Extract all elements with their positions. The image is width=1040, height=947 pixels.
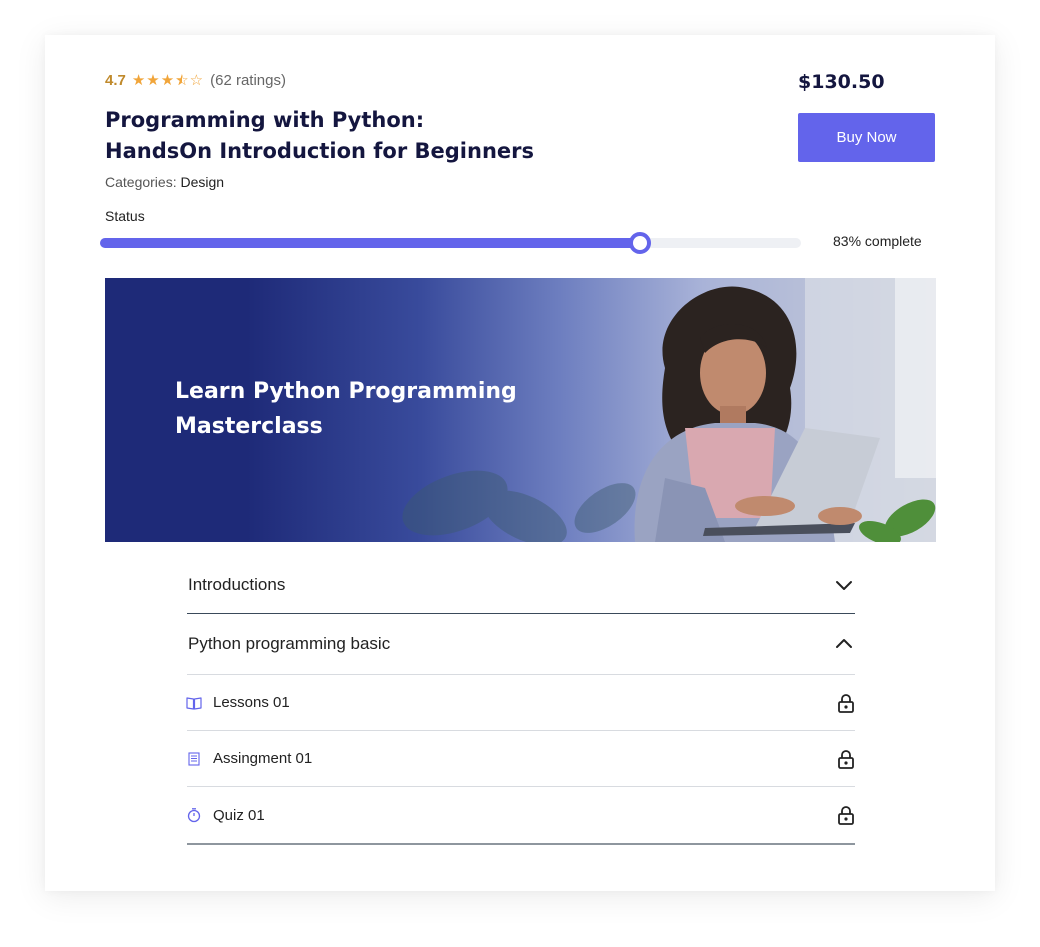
half-star-icon: ☆★ — [175, 72, 190, 89]
banner-title: Learn Python Programming Masterclass — [175, 379, 517, 439]
section-introductions[interactable]: Introductions — [187, 557, 855, 614]
section-title: Introductions — [188, 575, 286, 594]
assignment-title: Assingment 01 — [213, 750, 313, 767]
rating-count: (62 ratings) — [210, 71, 286, 89]
rating-row: 4.7 ★★★☆★☆ (62 ratings) — [105, 71, 286, 90]
stopwatch-icon — [187, 808, 201, 823]
course-card: 4.7 ★★★☆★☆ (62 ratings) Programming with… — [45, 35, 995, 891]
progress-text: 83% complete — [833, 233, 922, 249]
lock-icon — [838, 749, 854, 769]
buy-now-button[interactable]: Buy Now — [798, 113, 935, 162]
course-title: Programming with Python: HandsOn Introdu… — [105, 108, 534, 163]
star-rating-icon: ★★★☆★☆ — [131, 72, 205, 89]
chevron-down-icon[interactable] — [835, 576, 853, 594]
assignment-item[interactable]: Assingment 01 — [187, 731, 855, 787]
section-python-basic[interactable]: Python programming basic — [187, 614, 855, 675]
categories-label: Categories: — [105, 174, 177, 190]
quiz-title: Quiz 01 — [213, 806, 265, 824]
status-label: Status — [105, 208, 145, 224]
lesson-item[interactable]: Lessons 01 — [186, 675, 855, 731]
rating-value: 4.7 — [105, 71, 126, 89]
quiz-item[interactable]: Quiz 01 — [187, 787, 855, 845]
lock-icon — [838, 806, 854, 825]
curriculum-accordion: Introductions Python programming basic L… — [186, 557, 855, 845]
course-banner-image: Learn Python Programming Masterclass — [105, 278, 936, 542]
progress-handle[interactable] — [628, 232, 651, 254]
categories: Categories: Design — [105, 174, 224, 190]
progress-bar — [100, 232, 801, 254]
document-icon — [188, 751, 200, 766]
category-link[interactable]: Design — [180, 174, 224, 190]
course-price: $130.50 — [798, 71, 885, 93]
chevron-up-icon[interactable] — [835, 635, 853, 653]
progress-fill — [100, 238, 640, 248]
section-title: Python programming basic — [188, 634, 391, 653]
lock-icon — [838, 693, 854, 713]
book-icon — [186, 696, 202, 710]
lesson-title: Lessons 01 — [213, 694, 290, 711]
